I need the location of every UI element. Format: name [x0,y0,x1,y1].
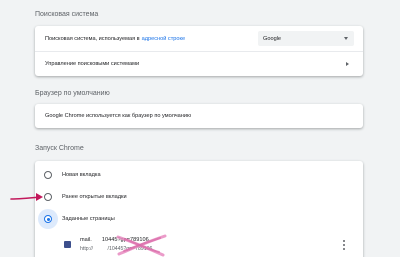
search-engine-card: Поисковая система, используемая в адресн… [35,26,363,76]
more-vert-icon[interactable] [342,240,345,250]
startup-section-title: Запуск Chrome [35,145,84,152]
search-engine-row-label: Поисковая система, используемая в [45,35,140,42]
default-browser-section-title: Браузер по умолчанию [35,90,110,97]
annotation-arrow-icon [10,193,43,201]
startup-option-new-tab[interactable]: Новая вкладка [35,164,363,186]
default-browser-status: Google Chrome используется как браузер п… [45,113,192,119]
startup-page-row: mail. 10445?gp=789106 http:// /10445?gp=… [35,233,363,257]
startup-option-specific-pages[interactable]: Заданные страницы [35,208,363,230]
manage-search-engines-label: Управление поисковыми системами [45,61,140,67]
default-browser-card: Google Chrome используется как браузер п… [35,104,363,128]
radio-specific-pages[interactable] [44,215,52,223]
radio-new-tab[interactable] [44,171,52,179]
chevron-right-icon [346,62,349,66]
address-bar-link[interactable]: адресной строке [142,36,185,42]
startup-option-label: Заданные страницы [62,216,115,222]
startup-option-label: Новая вкладка [62,172,101,178]
search-engine-section-title: Поисковая система [35,11,99,18]
redaction-scribble [116,234,167,257]
search-engine-row: Поисковая система, используемая в адресн… [35,26,363,51]
startup-card: Новая вкладка Ранее открытые вкладки Зад… [35,161,363,257]
chevron-down-icon [344,37,348,40]
search-engine-select[interactable]: Google [258,31,354,46]
site-favicon-icon [64,241,71,248]
startup-option-previous-tabs[interactable]: Ранее открытые вкладки [35,186,363,208]
search-engine-selected-value: Google [263,35,282,42]
startup-option-label: Ранее открытые вкладки [62,194,127,200]
default-browser-row: Google Chrome используется как браузер п… [35,104,363,128]
manage-search-engines-row[interactable]: Управление поисковыми системами [35,51,363,76]
